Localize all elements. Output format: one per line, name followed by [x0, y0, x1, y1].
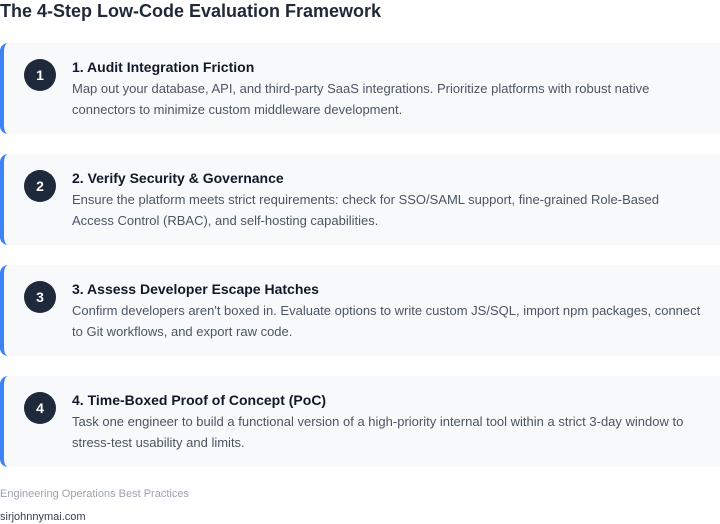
step-title: 4. Time-Boxed Proof of Concept (PoC)	[72, 392, 327, 408]
page-title: The 4-Step Low-Code Evaluation Framework	[0, 1, 382, 21]
step-title: 1. Audit Integration Friction	[72, 59, 255, 75]
step-card-2: 2 2. Verify Security & Governance Ensure…	[0, 154, 720, 245]
step-title: 3. Assess Developer Escape Hatches	[72, 281, 319, 297]
step-card-4: 4 4. Time-Boxed Proof of Concept (PoC) T…	[0, 376, 720, 467]
step-description: Map out your database, API, and third-pa…	[72, 81, 650, 117]
step-number-badge: 1	[24, 59, 56, 91]
step-description: Task one engineer to build a functional …	[72, 414, 684, 450]
step-number-badge: 2	[24, 170, 56, 202]
step-card-1: 1 1. Audit Integration Friction Map out …	[0, 43, 720, 134]
step-number-badge: 3	[24, 281, 56, 313]
footer-note: Engineering Operations Best Practices	[0, 488, 189, 500]
step-title: 2. Verify Security & Governance	[72, 170, 284, 186]
step-description: Ensure the platform meets strict require…	[72, 192, 659, 228]
step-list: 1 1. Audit Integration Friction Map out …	[0, 43, 720, 467]
step-card-3: 3 3. Assess Developer Escape Hatches Con…	[0, 265, 720, 356]
step-number-badge: 4	[24, 392, 56, 424]
footer-url: sirjohnnymai.com	[0, 511, 86, 523]
step-description: Confirm developers aren't boxed in. Eval…	[72, 303, 701, 339]
